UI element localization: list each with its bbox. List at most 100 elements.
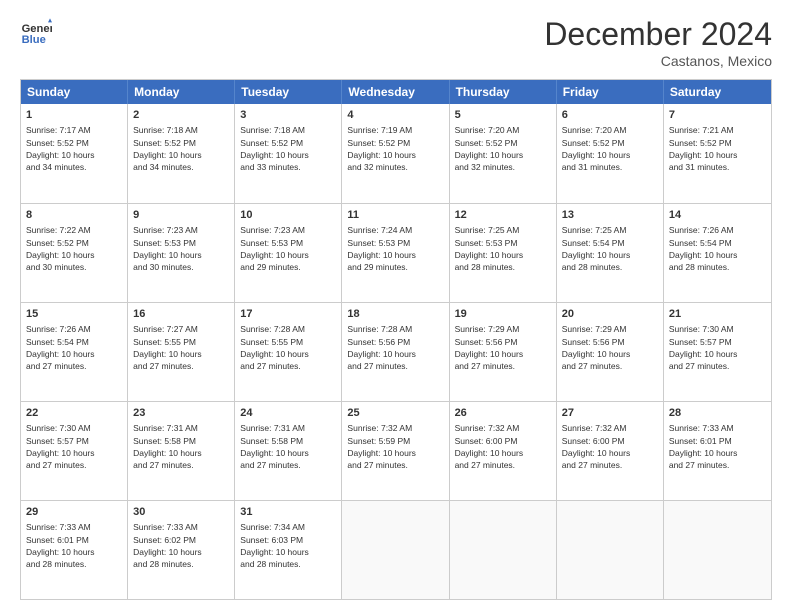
day-number: 20: [562, 307, 658, 322]
day-info: Sunrise: 7:31 AM Sunset: 5:58 PM Dayligh…: [133, 422, 229, 471]
calendar-cell-6: 6Sunrise: 7:20 AM Sunset: 5:52 PM Daylig…: [557, 104, 664, 203]
calendar-cell-34: [557, 501, 664, 599]
calendar-cell-20: 20Sunrise: 7:29 AM Sunset: 5:56 PM Dayli…: [557, 303, 664, 401]
svg-text:General: General: [22, 23, 52, 35]
calendar-header: Sunday Monday Tuesday Wednesday Thursday…: [21, 80, 771, 104]
day-info: Sunrise: 7:18 AM Sunset: 5:52 PM Dayligh…: [133, 124, 229, 173]
day-info: Sunrise: 7:23 AM Sunset: 5:53 PM Dayligh…: [240, 224, 336, 273]
calendar-cell-22: 22Sunrise: 7:30 AM Sunset: 5:57 PM Dayli…: [21, 402, 128, 500]
day-info: Sunrise: 7:17 AM Sunset: 5:52 PM Dayligh…: [26, 124, 122, 173]
calendar-cell-16: 16Sunrise: 7:27 AM Sunset: 5:55 PM Dayli…: [128, 303, 235, 401]
day-number: 15: [26, 307, 122, 322]
header-saturday: Saturday: [664, 80, 771, 104]
header-thursday: Thursday: [450, 80, 557, 104]
header-friday: Friday: [557, 80, 664, 104]
calendar-cell-27: 27Sunrise: 7:32 AM Sunset: 6:00 PM Dayli…: [557, 402, 664, 500]
calendar-row-3: 15Sunrise: 7:26 AM Sunset: 5:54 PM Dayli…: [21, 302, 771, 401]
calendar-cell-5: 5Sunrise: 7:20 AM Sunset: 5:52 PM Daylig…: [450, 104, 557, 203]
day-info: Sunrise: 7:33 AM Sunset: 6:02 PM Dayligh…: [133, 521, 229, 570]
day-info: Sunrise: 7:33 AM Sunset: 6:01 PM Dayligh…: [669, 422, 766, 471]
day-number: 18: [347, 307, 443, 322]
day-number: 3: [240, 108, 336, 123]
calendar-body: 1Sunrise: 7:17 AM Sunset: 5:52 PM Daylig…: [21, 104, 771, 599]
header-wednesday: Wednesday: [342, 80, 449, 104]
title-block: December 2024 Castanos, Mexico: [544, 16, 772, 69]
day-info: Sunrise: 7:19 AM Sunset: 5:52 PM Dayligh…: [347, 124, 443, 173]
calendar-cell-23: 23Sunrise: 7:31 AM Sunset: 5:58 PM Dayli…: [128, 402, 235, 500]
day-info: Sunrise: 7:31 AM Sunset: 5:58 PM Dayligh…: [240, 422, 336, 471]
header-sunday: Sunday: [21, 80, 128, 104]
calendar-row-2: 8Sunrise: 7:22 AM Sunset: 5:52 PM Daylig…: [21, 203, 771, 302]
day-info: Sunrise: 7:26 AM Sunset: 5:54 PM Dayligh…: [669, 224, 766, 273]
calendar-cell-24: 24Sunrise: 7:31 AM Sunset: 5:58 PM Dayli…: [235, 402, 342, 500]
day-number: 31: [240, 505, 336, 520]
day-info: Sunrise: 7:24 AM Sunset: 5:53 PM Dayligh…: [347, 224, 443, 273]
day-number: 9: [133, 208, 229, 223]
calendar-cell-26: 26Sunrise: 7:32 AM Sunset: 6:00 PM Dayli…: [450, 402, 557, 500]
calendar-cell-19: 19Sunrise: 7:29 AM Sunset: 5:56 PM Dayli…: [450, 303, 557, 401]
day-number: 22: [26, 406, 122, 421]
day-info: Sunrise: 7:34 AM Sunset: 6:03 PM Dayligh…: [240, 521, 336, 570]
day-info: Sunrise: 7:32 AM Sunset: 6:00 PM Dayligh…: [562, 422, 658, 471]
day-info: Sunrise: 7:33 AM Sunset: 6:01 PM Dayligh…: [26, 521, 122, 570]
day-number: 29: [26, 505, 122, 520]
day-info: Sunrise: 7:22 AM Sunset: 5:52 PM Dayligh…: [26, 224, 122, 273]
day-number: 14: [669, 208, 766, 223]
calendar-cell-31: 31Sunrise: 7:34 AM Sunset: 6:03 PM Dayli…: [235, 501, 342, 599]
header-tuesday: Tuesday: [235, 80, 342, 104]
calendar-cell-11: 11Sunrise: 7:24 AM Sunset: 5:53 PM Dayli…: [342, 204, 449, 302]
day-number: 8: [26, 208, 122, 223]
calendar-cell-8: 8Sunrise: 7:22 AM Sunset: 5:52 PM Daylig…: [21, 204, 128, 302]
calendar-cell-12: 12Sunrise: 7:25 AM Sunset: 5:53 PM Dayli…: [450, 204, 557, 302]
day-number: 7: [669, 108, 766, 123]
svg-text:Blue: Blue: [22, 34, 46, 46]
calendar-cell-9: 9Sunrise: 7:23 AM Sunset: 5:53 PM Daylig…: [128, 204, 235, 302]
calendar-row-1: 1Sunrise: 7:17 AM Sunset: 5:52 PM Daylig…: [21, 104, 771, 203]
day-info: Sunrise: 7:29 AM Sunset: 5:56 PM Dayligh…: [562, 323, 658, 372]
day-number: 12: [455, 208, 551, 223]
calendar-row-5: 29Sunrise: 7:33 AM Sunset: 6:01 PM Dayli…: [21, 500, 771, 599]
calendar: Sunday Monday Tuesday Wednesday Thursday…: [20, 79, 772, 600]
day-number: 26: [455, 406, 551, 421]
calendar-cell-4: 4Sunrise: 7:19 AM Sunset: 5:52 PM Daylig…: [342, 104, 449, 203]
day-number: 21: [669, 307, 766, 322]
location: Castanos, Mexico: [544, 53, 772, 69]
day-info: Sunrise: 7:27 AM Sunset: 5:55 PM Dayligh…: [133, 323, 229, 372]
month-title: December 2024: [544, 16, 772, 53]
calendar-cell-7: 7Sunrise: 7:21 AM Sunset: 5:52 PM Daylig…: [664, 104, 771, 203]
calendar-cell-2: 2Sunrise: 7:18 AM Sunset: 5:52 PM Daylig…: [128, 104, 235, 203]
day-info: Sunrise: 7:30 AM Sunset: 5:57 PM Dayligh…: [26, 422, 122, 471]
day-number: 25: [347, 406, 443, 421]
calendar-cell-28: 28Sunrise: 7:33 AM Sunset: 6:01 PM Dayli…: [664, 402, 771, 500]
day-number: 2: [133, 108, 229, 123]
calendar-cell-18: 18Sunrise: 7:28 AM Sunset: 5:56 PM Dayli…: [342, 303, 449, 401]
day-info: Sunrise: 7:32 AM Sunset: 5:59 PM Dayligh…: [347, 422, 443, 471]
header: General Blue December 2024 Castanos, Mex…: [20, 16, 772, 69]
logo-icon: General Blue: [20, 16, 52, 48]
calendar-cell-25: 25Sunrise: 7:32 AM Sunset: 5:59 PM Dayli…: [342, 402, 449, 500]
day-info: Sunrise: 7:20 AM Sunset: 5:52 PM Dayligh…: [455, 124, 551, 173]
day-number: 4: [347, 108, 443, 123]
calendar-cell-29: 29Sunrise: 7:33 AM Sunset: 6:01 PM Dayli…: [21, 501, 128, 599]
day-info: Sunrise: 7:30 AM Sunset: 5:57 PM Dayligh…: [669, 323, 766, 372]
day-number: 28: [669, 406, 766, 421]
day-info: Sunrise: 7:25 AM Sunset: 5:54 PM Dayligh…: [562, 224, 658, 273]
day-info: Sunrise: 7:25 AM Sunset: 5:53 PM Dayligh…: [455, 224, 551, 273]
day-number: 11: [347, 208, 443, 223]
calendar-cell-1: 1Sunrise: 7:17 AM Sunset: 5:52 PM Daylig…: [21, 104, 128, 203]
day-number: 13: [562, 208, 658, 223]
day-info: Sunrise: 7:20 AM Sunset: 5:52 PM Dayligh…: [562, 124, 658, 173]
day-number: 23: [133, 406, 229, 421]
day-info: Sunrise: 7:21 AM Sunset: 5:52 PM Dayligh…: [669, 124, 766, 173]
calendar-cell-3: 3Sunrise: 7:18 AM Sunset: 5:52 PM Daylig…: [235, 104, 342, 203]
calendar-cell-14: 14Sunrise: 7:26 AM Sunset: 5:54 PM Dayli…: [664, 204, 771, 302]
day-number: 27: [562, 406, 658, 421]
day-number: 30: [133, 505, 229, 520]
calendar-cell-15: 15Sunrise: 7:26 AM Sunset: 5:54 PM Dayli…: [21, 303, 128, 401]
day-info: Sunrise: 7:32 AM Sunset: 6:00 PM Dayligh…: [455, 422, 551, 471]
day-info: Sunrise: 7:29 AM Sunset: 5:56 PM Dayligh…: [455, 323, 551, 372]
calendar-cell-21: 21Sunrise: 7:30 AM Sunset: 5:57 PM Dayli…: [664, 303, 771, 401]
calendar-cell-32: [342, 501, 449, 599]
calendar-row-4: 22Sunrise: 7:30 AM Sunset: 5:57 PM Dayli…: [21, 401, 771, 500]
day-number: 17: [240, 307, 336, 322]
